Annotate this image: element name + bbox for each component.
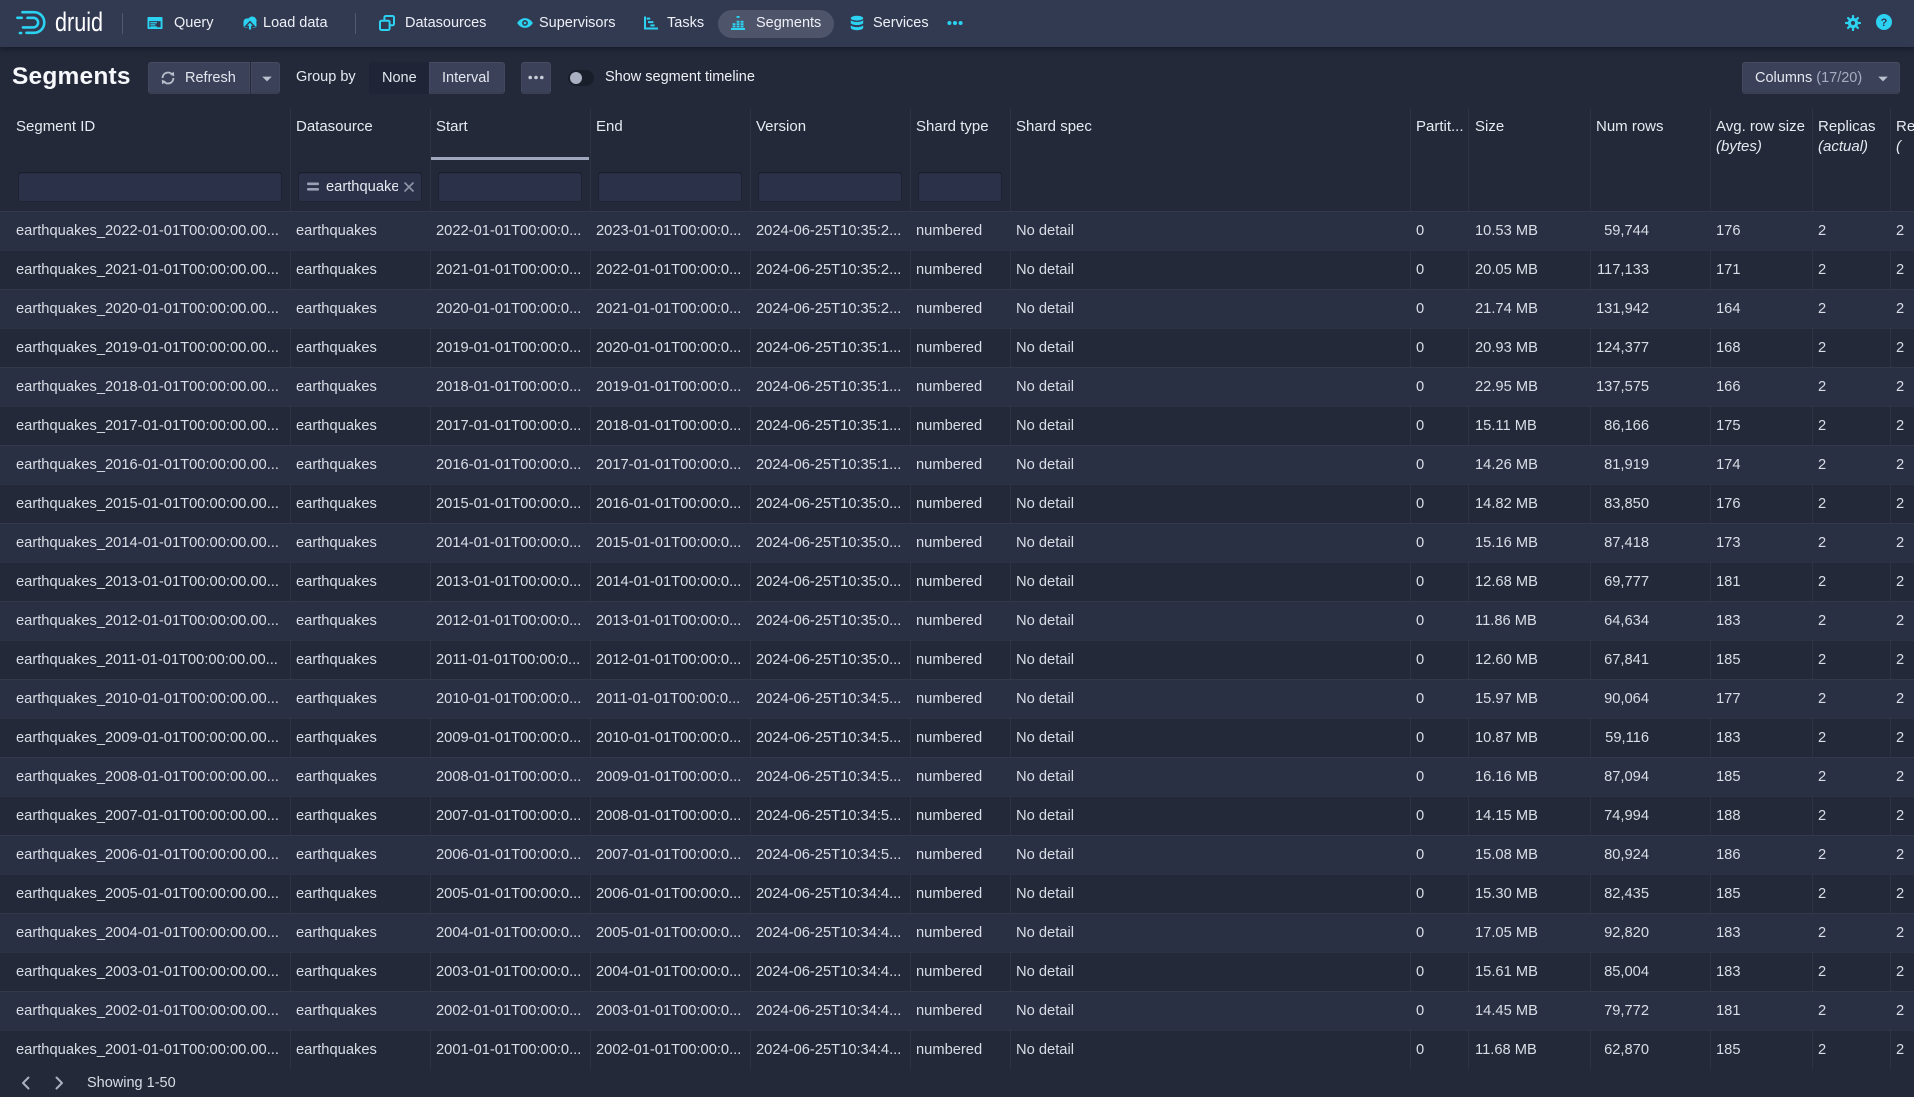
svg-text:?: ? bbox=[1881, 17, 1888, 29]
